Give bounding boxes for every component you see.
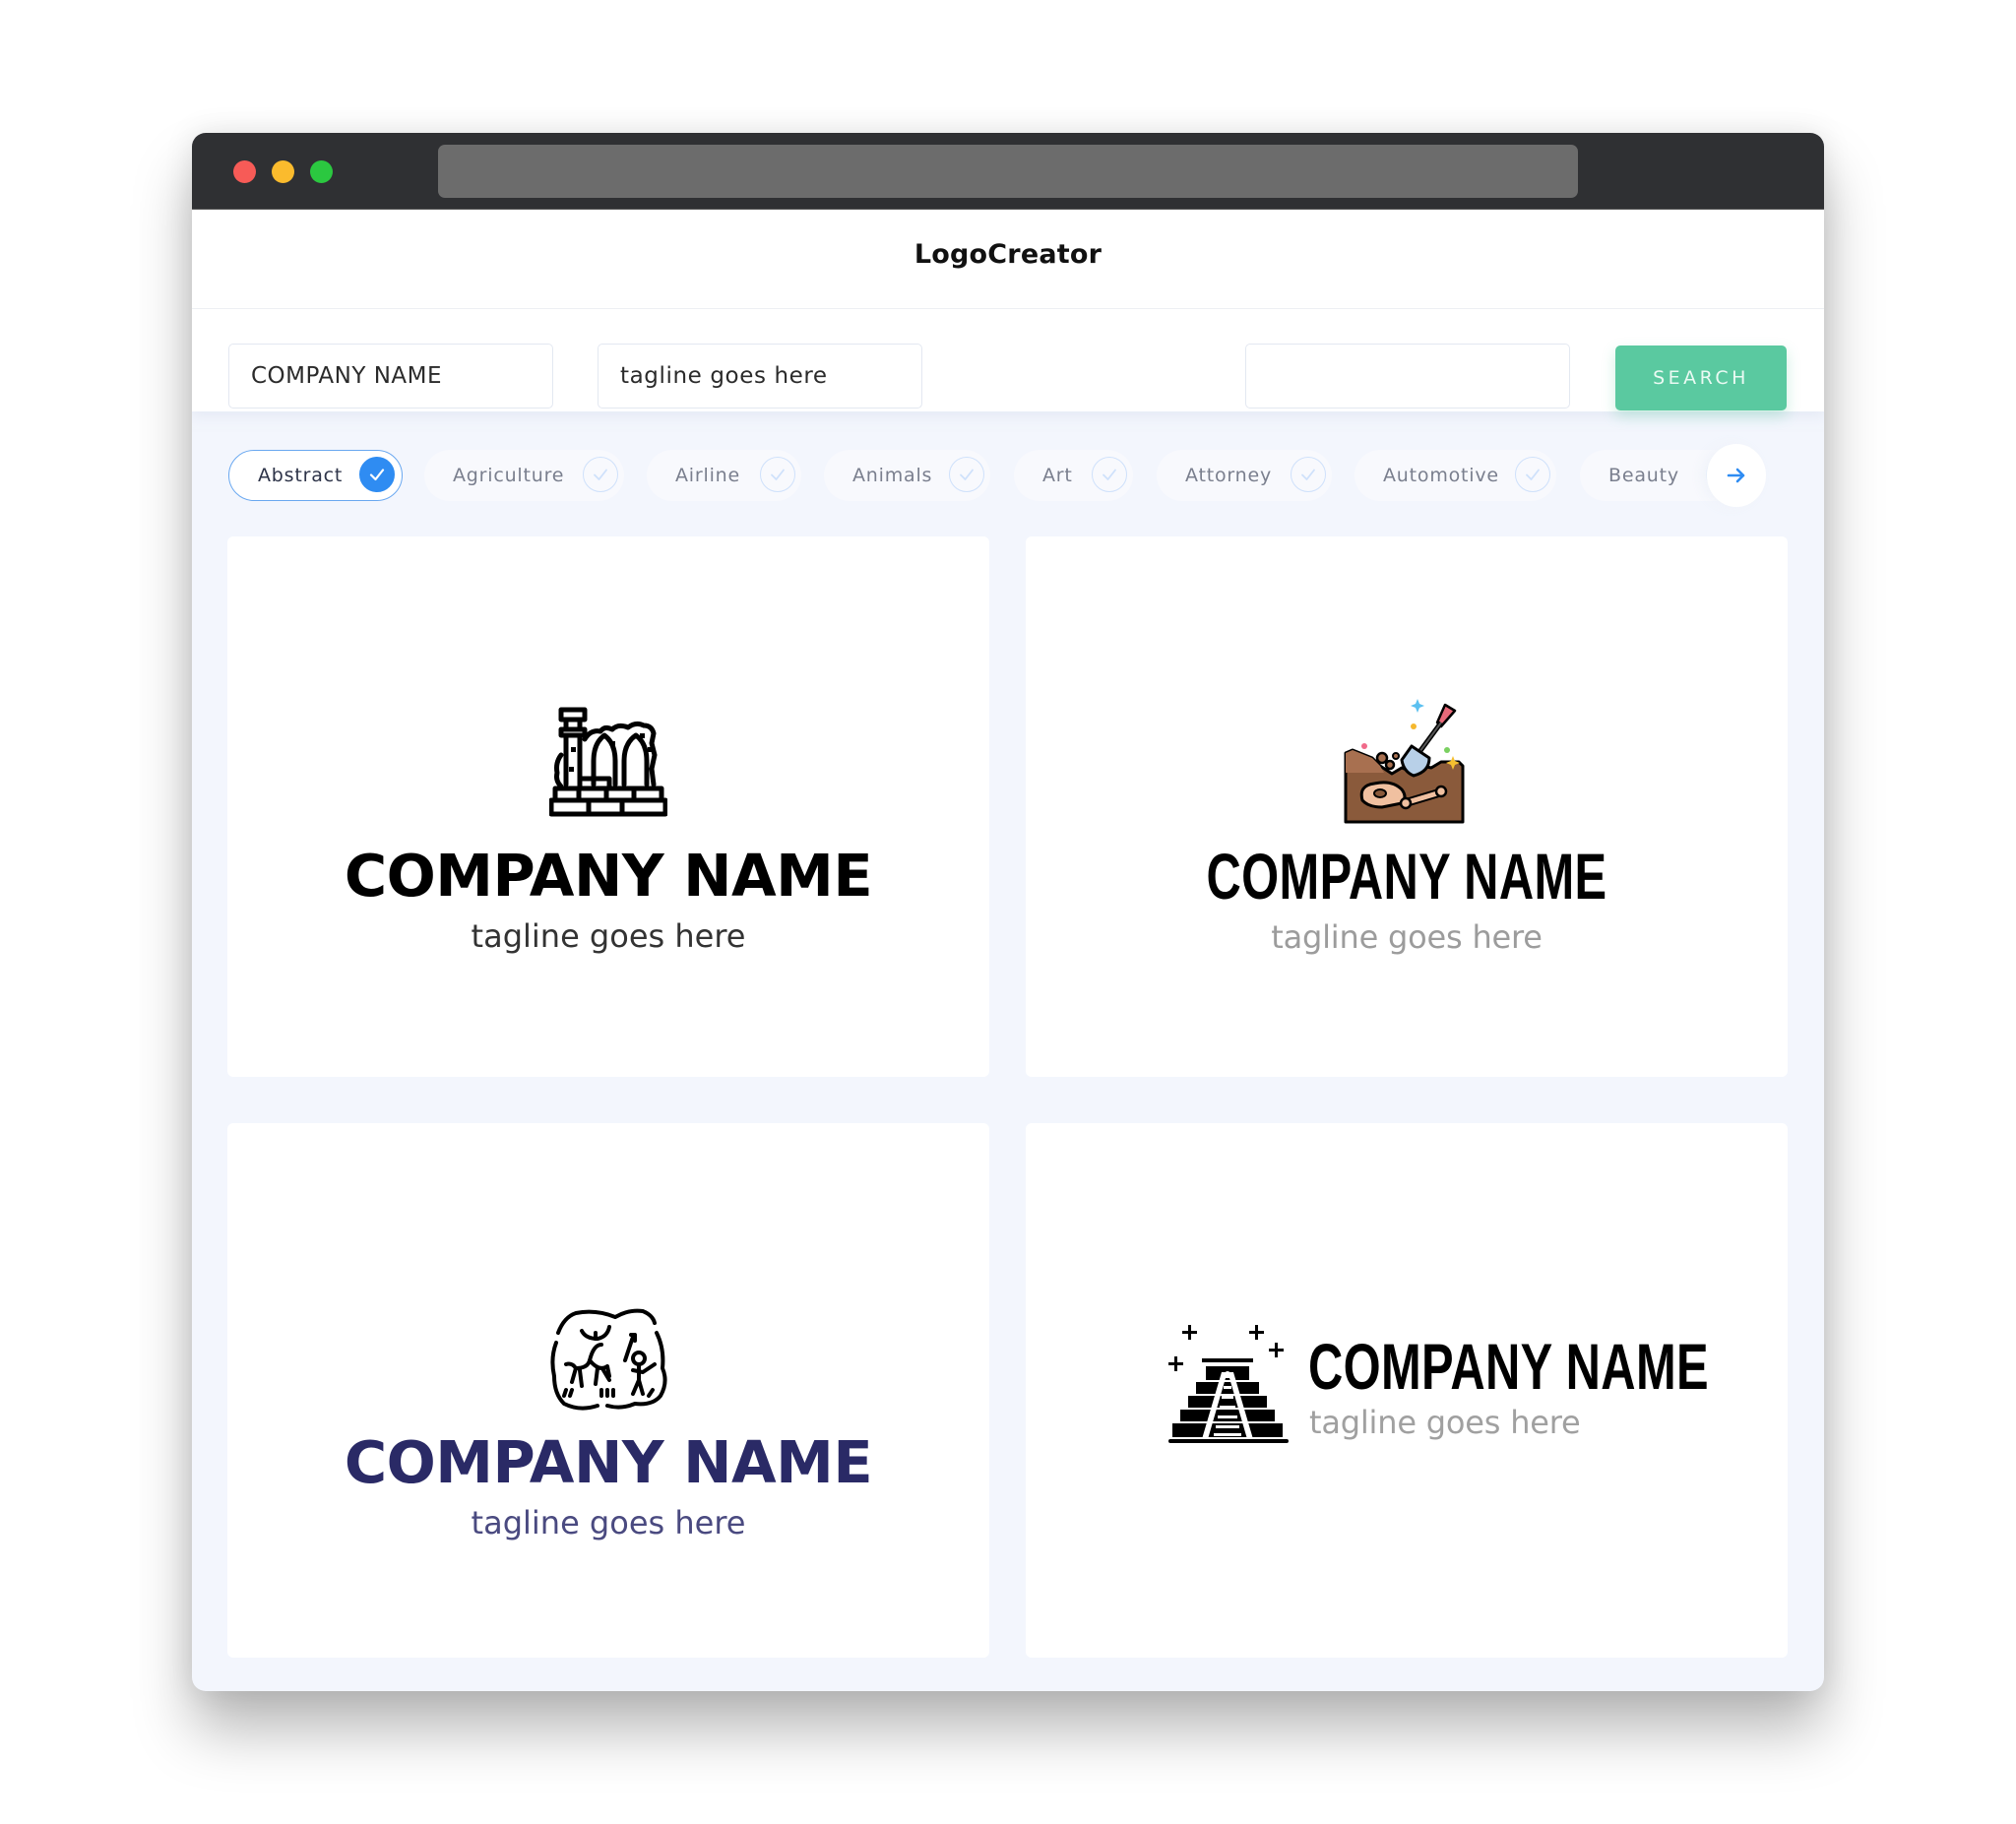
category-label: Abstract	[258, 465, 344, 486]
next-categories-button[interactable]	[1707, 444, 1766, 507]
check-icon	[1515, 457, 1550, 492]
category-label: Animals	[852, 465, 933, 486]
arrow-right-icon	[1726, 465, 1747, 486]
title-bar	[192, 133, 1824, 210]
logo-card[interactable]: COMPANY NAME tagline goes here	[227, 1123, 989, 1658]
category-label: Airline	[675, 465, 740, 486]
check-icon	[583, 457, 618, 492]
archaeology-dig-icon	[1026, 699, 1788, 827]
category-label: Art	[1042, 465, 1073, 486]
category-label: Agriculture	[453, 465, 565, 486]
company-name-input[interactable]	[228, 344, 553, 409]
check-icon	[1092, 457, 1127, 492]
logo-tagline: tagline goes here	[471, 917, 746, 955]
address-bar[interactable]	[438, 145, 1578, 198]
tagline-input[interactable]	[598, 344, 922, 409]
category-chip-agriculture[interactable]: Agriculture	[424, 450, 624, 501]
logo-card[interactable]: COMPANY NAME tagline goes here	[1026, 1123, 1788, 1658]
check-icon	[949, 457, 984, 492]
keyword-input[interactable]	[1245, 344, 1570, 409]
category-label: Beauty	[1608, 465, 1679, 486]
pyramid-temple-icon	[1168, 1325, 1296, 1453]
logo-company-name: COMPANY NAME	[1206, 840, 1607, 912]
logo-card[interactable]: COMPANY NAME tagline goes here	[1026, 536, 1788, 1077]
check-icon	[359, 457, 395, 492]
search-bar: SEARCH	[192, 309, 1824, 411]
minimize-window-button[interactable]	[272, 160, 294, 183]
logo-company-name: COMPANY NAME	[344, 1428, 873, 1496]
category-chip-automotive[interactable]: Automotive	[1354, 450, 1556, 501]
category-chip-abstract[interactable]: Abstract	[228, 450, 403, 501]
browser-window: LogoCreator SEARCH Abstract Agriculture …	[192, 133, 1824, 1691]
logo-tagline: tagline goes here	[1309, 1404, 1581, 1441]
maximize-window-button[interactable]	[310, 160, 333, 183]
app-title: LogoCreator	[914, 239, 1102, 270]
category-chip-attorney[interactable]: Attorney	[1157, 450, 1332, 501]
ruins-icon	[227, 704, 989, 822]
category-filter-bar: Abstract Agriculture Airline Animals Art…	[228, 444, 1794, 507]
cave-painting-icon	[227, 1303, 989, 1415]
app-header: LogoCreator	[192, 210, 1824, 309]
search-button[interactable]: SEARCH	[1615, 346, 1787, 410]
check-icon	[760, 457, 795, 492]
category-label: Automotive	[1383, 465, 1499, 486]
category-chip-art[interactable]: Art	[1014, 450, 1133, 501]
category-chip-animals[interactable]: Animals	[824, 450, 990, 501]
category-label: Attorney	[1185, 465, 1273, 486]
check-icon	[1291, 457, 1326, 492]
logo-card[interactable]: COMPANY NAME tagline goes here	[227, 536, 989, 1077]
close-window-button[interactable]	[233, 160, 256, 183]
logo-tagline: tagline goes here	[471, 1504, 746, 1541]
logo-company-name: COMPANY NAME	[1308, 1330, 1709, 1403]
logo-tagline: tagline goes here	[1271, 918, 1543, 956]
logo-company-name-wrap: COMPANY NAME	[1308, 1330, 1709, 1403]
category-chip-airline[interactable]: Airline	[647, 450, 801, 501]
logo-company-name: COMPANY NAME	[344, 842, 873, 910]
